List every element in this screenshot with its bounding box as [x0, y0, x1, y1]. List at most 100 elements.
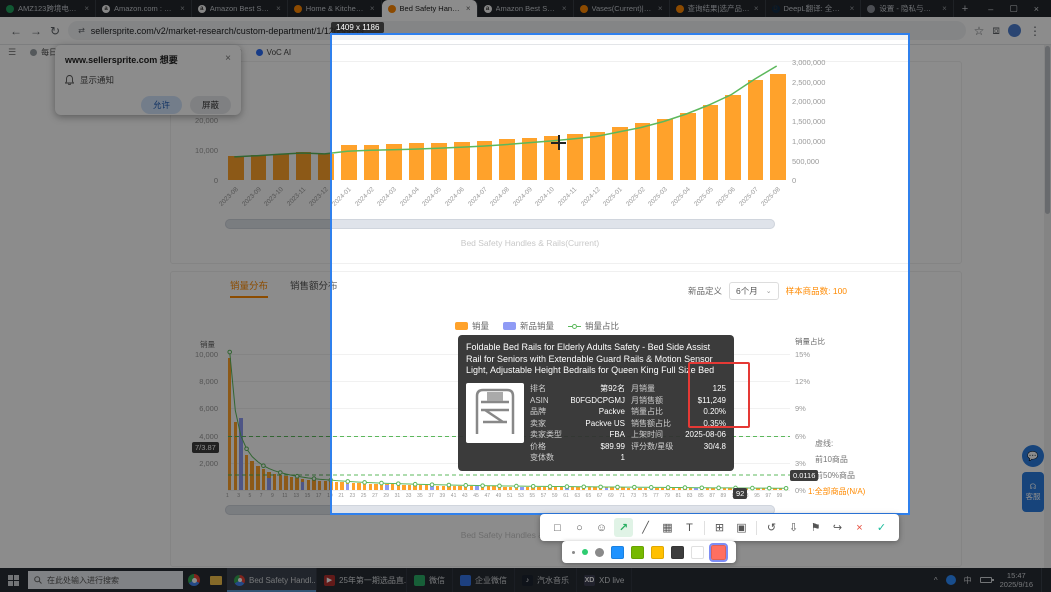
- distribution-tab-1[interactable]: 销售额分布: [290, 278, 338, 298]
- browser-tab-1[interactable]: aAmazon.com : M...×: [96, 0, 192, 17]
- snip-arrow-tool[interactable]: ↗: [614, 518, 633, 537]
- taskbar-chrome-icon[interactable]: [183, 574, 205, 586]
- snip-text-tool[interactable]: T: [680, 518, 699, 537]
- browser-tab-5[interactable]: aAmazon Best Sel...×: [478, 0, 574, 17]
- browser-tab-4[interactable]: Bed Safety Handl...×: [382, 0, 478, 17]
- tooltip-row-left-5: 价格$89.99: [530, 441, 625, 453]
- new-product-period-select[interactable]: 6个月 ⌄: [729, 282, 779, 300]
- snip-color-picker: [562, 541, 736, 563]
- browser-tab-8[interactable]: DDeepL翻译: 全世...×: [766, 0, 862, 17]
- profile-avatar[interactable]: [1008, 24, 1021, 37]
- snip-save-tool[interactable]: ⇩: [784, 518, 803, 537]
- tab-close-icon[interactable]: ×: [370, 4, 375, 13]
- chart1-range-slider[interactable]: [225, 219, 775, 229]
- color-swatch-1[interactable]: [631, 546, 644, 559]
- battery-icon[interactable]: [980, 577, 992, 583]
- taskbar-app-2[interactable]: 微信: [407, 568, 453, 592]
- browser-tab-2[interactable]: aAmazon Best Sell...×: [192, 0, 288, 17]
- site-info-icon[interactable]: ⇄: [78, 26, 85, 35]
- taskbar-search[interactable]: 在此处输入进行搜索: [28, 571, 183, 589]
- menu-icon[interactable]: ⋮: [1029, 24, 1041, 38]
- tab-favicon: a: [198, 5, 206, 13]
- legend-item-2[interactable]: 销量占比: [568, 320, 619, 332]
- browser-tab-6[interactable]: Vases(Current)|亚...×: [574, 0, 670, 17]
- snip-pin-tool[interactable]: ⚑: [806, 518, 825, 537]
- forward-icon[interactable]: →: [30, 24, 42, 38]
- close-button[interactable]: ×: [1034, 4, 1039, 14]
- address-bar[interactable]: ⇄ sellersprite.com/v2/market-research/cu…: [68, 21, 966, 40]
- color-swatch-5[interactable]: [711, 545, 726, 560]
- back-icon[interactable]: ←: [10, 24, 22, 38]
- start-button[interactable]: [0, 575, 26, 586]
- snip-cancel-tool[interactable]: ×: [850, 518, 869, 537]
- snip-rectangle-tool[interactable]: □: [548, 518, 567, 537]
- tab-close-icon[interactable]: ×: [466, 4, 471, 13]
- tab-close-icon[interactable]: ×: [658, 4, 663, 13]
- bookmark-item-3[interactable]: VoC AI: [256, 48, 291, 57]
- scrollbar-thumb[interactable]: [1045, 46, 1050, 214]
- browser-tab-9[interactable]: 设置 - 隐私与安全×: [861, 0, 953, 17]
- allow-button[interactable]: 允许: [141, 96, 182, 114]
- snip-confirm-tool[interactable]: ✓: [872, 518, 891, 537]
- tray-chevron-icon[interactable]: ^: [934, 576, 938, 585]
- close-icon[interactable]: ×: [225, 53, 231, 66]
- tab-favicon: [580, 5, 588, 13]
- tab-close-icon[interactable]: ×: [754, 4, 759, 13]
- snip-share-tool[interactable]: ↪: [828, 518, 847, 537]
- tab-close-icon[interactable]: ×: [562, 4, 567, 13]
- legend-item-0[interactable]: 销量: [455, 320, 489, 332]
- snip-duplicate-tool[interactable]: ⊞: [710, 518, 729, 537]
- tooltip-value: FBA: [609, 429, 625, 441]
- tray-app-icon[interactable]: [946, 575, 956, 585]
- snip-mosaic-tool[interactable]: ▦: [658, 518, 677, 537]
- hamburger-icon[interactable]: ☰: [8, 47, 16, 58]
- distribution-tab-0[interactable]: 销量分布: [230, 278, 268, 298]
- bookmark-star-icon[interactable]: ☆: [974, 24, 985, 38]
- taskbar-app-1[interactable]: ▶25年第一期选品直...: [317, 568, 407, 592]
- color-swatch-4[interactable]: [691, 546, 704, 559]
- tooltip-value: 2025-08-06: [685, 429, 726, 441]
- taskbar-app-4[interactable]: ♪汽水音乐: [515, 568, 577, 592]
- stroke-size-6[interactable]: [582, 549, 588, 555]
- stroke-size-3[interactable]: [572, 551, 575, 554]
- legend-item-1[interactable]: 新品销量: [503, 320, 554, 332]
- show-desktop-button[interactable]: [1041, 568, 1045, 592]
- snip-line-tool[interactable]: ╱: [636, 518, 655, 537]
- taskbar-app-3[interactable]: 企业微信: [453, 568, 515, 592]
- stroke-size-9[interactable]: [595, 548, 604, 557]
- tooltip-key: 卖家类型: [530, 429, 562, 441]
- reload-icon[interactable]: ↻: [50, 24, 60, 38]
- tab-group-icon[interactable]: ⧈: [992, 23, 1000, 38]
- tray-clock[interactable]: 15:47 2025/9/16: [1000, 571, 1033, 589]
- tooltip-key: 变体数: [530, 452, 554, 464]
- new-tab-button[interactable]: +: [954, 0, 976, 17]
- taskbar-explorer-icon[interactable]: [205, 576, 227, 585]
- browser-tab-3[interactable]: Home & Kitchen...×: [288, 0, 382, 17]
- tab-close-icon[interactable]: ×: [276, 4, 281, 13]
- snip-undo-tool[interactable]: ↺: [762, 518, 781, 537]
- bookmark-favicon: [30, 49, 37, 56]
- color-swatch-3[interactable]: [671, 546, 684, 559]
- tab-close-icon[interactable]: ×: [942, 4, 947, 13]
- bell-icon: [65, 75, 74, 85]
- browser-tab-7[interactable]: 查询结果|选产品|亚...×: [670, 0, 766, 17]
- customer-service-button[interactable]: ☊ 客服: [1022, 472, 1044, 512]
- taskbar-app-0[interactable]: Bed Safety Handl...: [227, 568, 317, 592]
- tab-favicon: [388, 5, 396, 13]
- color-swatch-2[interactable]: [651, 546, 664, 559]
- ime-indicator[interactable]: 中: [964, 575, 972, 586]
- block-button[interactable]: 屏蔽: [190, 96, 231, 114]
- chat-widget-icon[interactable]: 💬: [1022, 445, 1044, 467]
- tab-close-icon[interactable]: ×: [850, 4, 855, 13]
- snip-emoji-tool[interactable]: ☺: [592, 518, 611, 537]
- tab-close-icon[interactable]: ×: [84, 4, 89, 13]
- color-swatch-0[interactable]: [611, 546, 624, 559]
- axis-hover-badge: 7/3.87: [192, 442, 219, 453]
- tab-close-icon[interactable]: ×: [180, 4, 185, 13]
- browser-tab-0[interactable]: AMZ123跨境电商导航×: [0, 0, 96, 17]
- minimize-button[interactable]: –: [988, 4, 993, 14]
- snip-ellipse-tool[interactable]: ○: [570, 518, 589, 537]
- maximize-button[interactable]: ▢: [1009, 3, 1018, 14]
- snip-extract-text-tool[interactable]: ▣: [732, 518, 751, 537]
- taskbar-app-5[interactable]: XDXD live: [577, 568, 632, 592]
